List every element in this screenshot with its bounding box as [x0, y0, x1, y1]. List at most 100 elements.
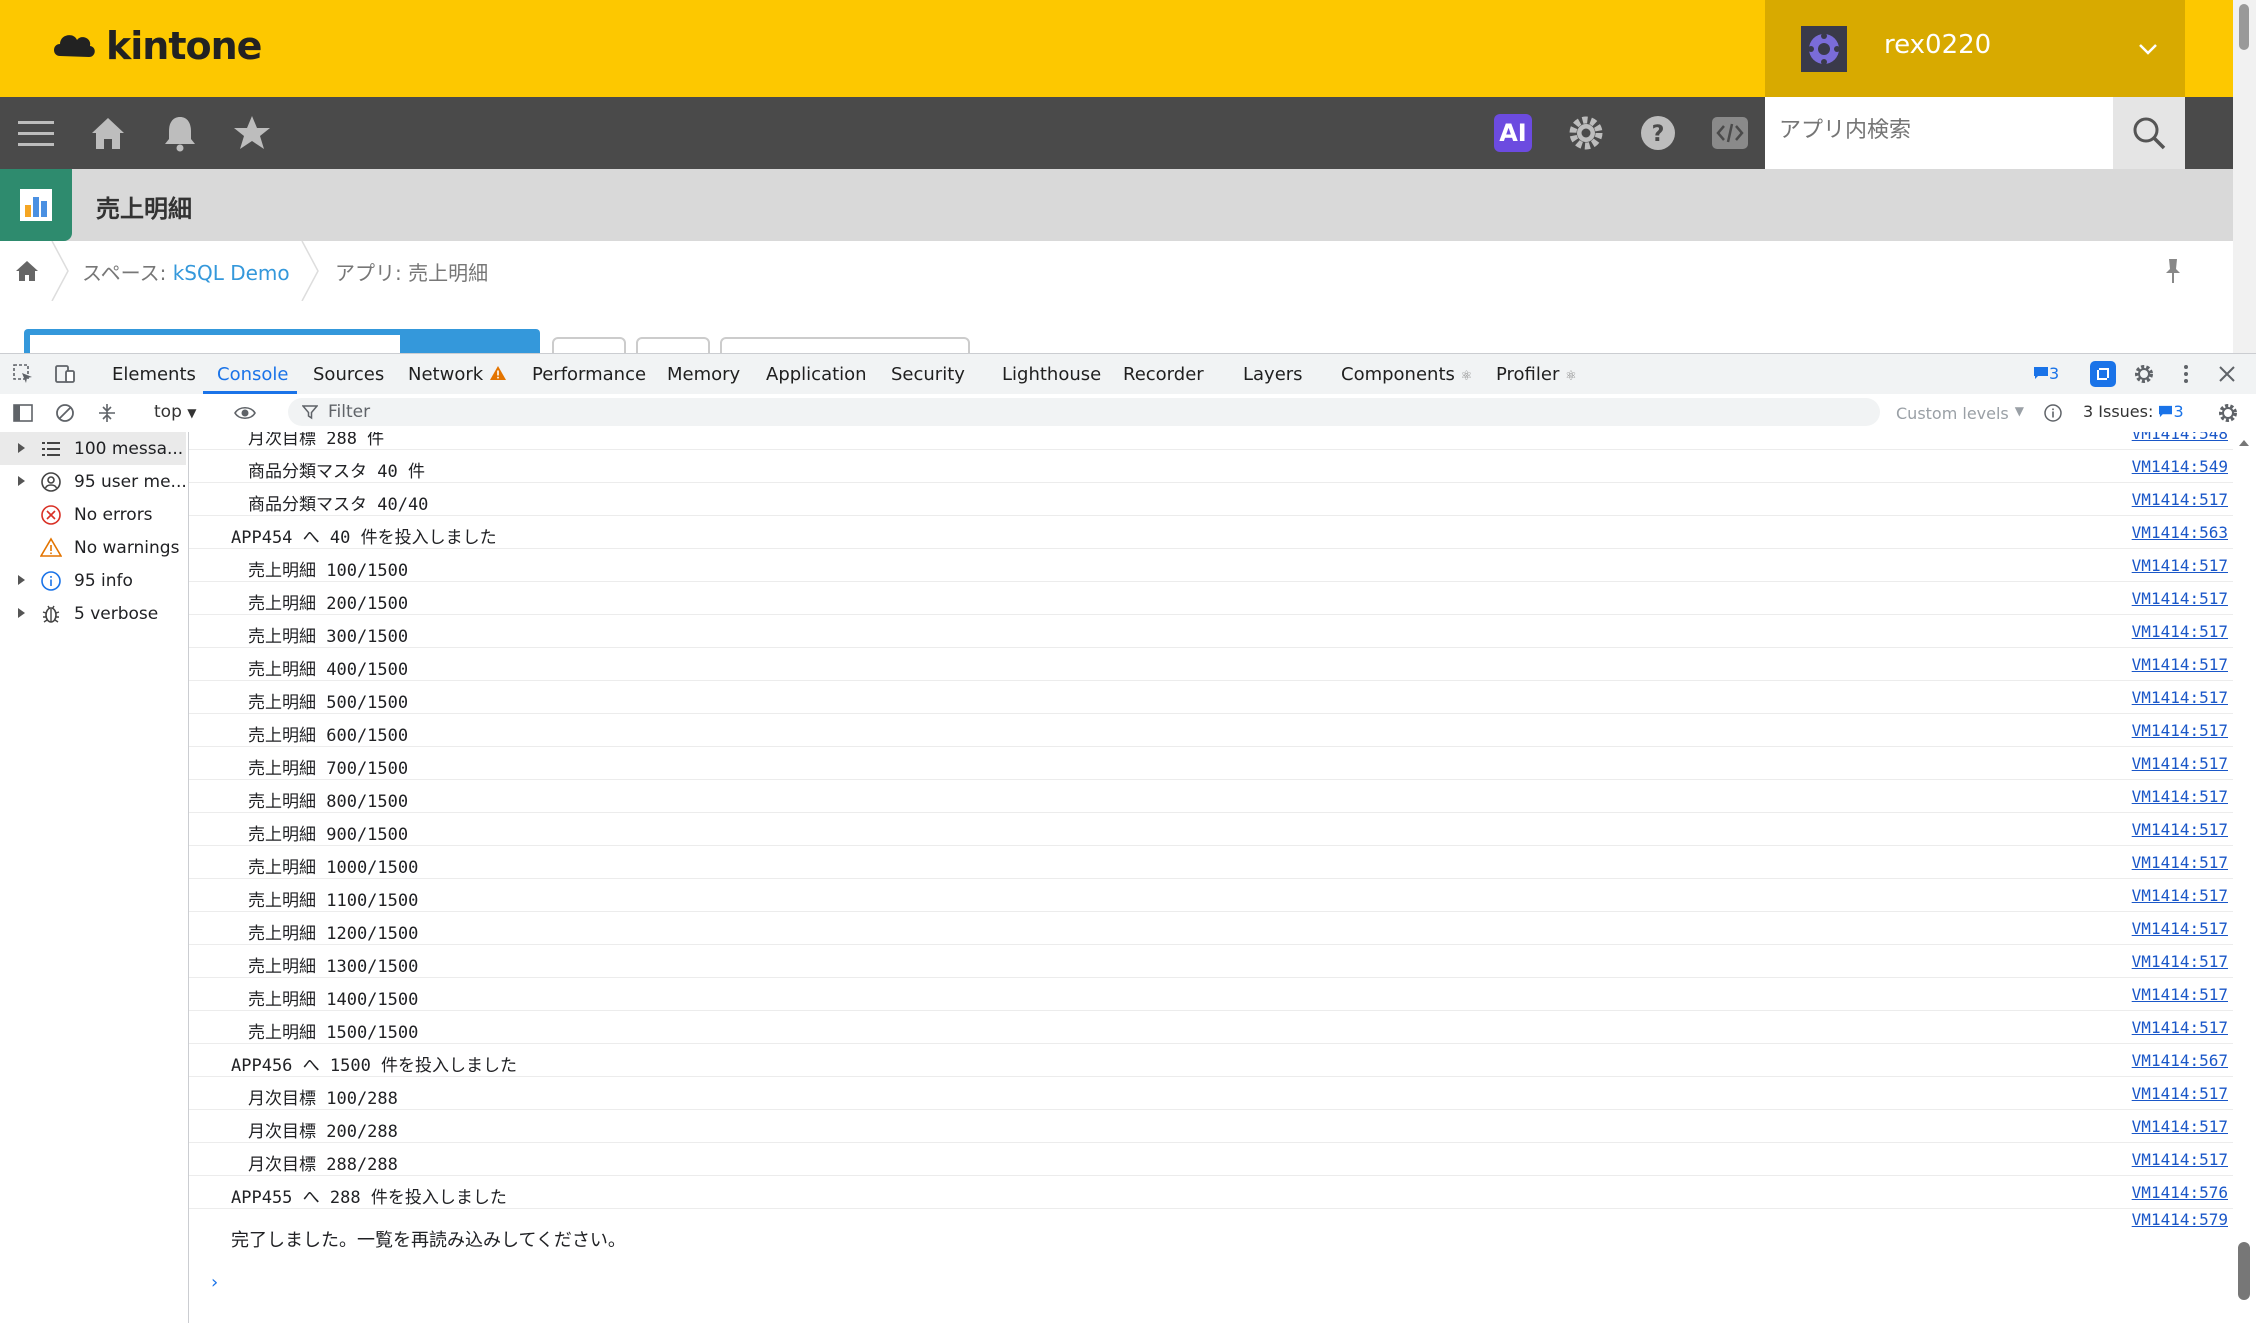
page-scrollbar[interactable]	[2233, 0, 2256, 353]
tab-layers[interactable]: Layers	[1243, 364, 1303, 385]
app-search	[1765, 97, 2185, 169]
breadcrumb-space-link[interactable]: kSQL Demo	[173, 261, 290, 285]
log-message: 売上明細 800/1500	[248, 792, 409, 812]
tab-recorder[interactable]: Recorder	[1123, 364, 1204, 385]
log-source-link[interactable]: VM1414:517	[2132, 820, 2228, 839]
log-levels-dropdown[interactable]: Custom levels ▼	[1888, 398, 2030, 426]
log-source-link[interactable]: VM1414:549	[2132, 457, 2228, 476]
log-row: 売上明細 300/1500 VM1414:517	[189, 614, 2233, 648]
tab-elements[interactable]: Elements	[112, 364, 196, 385]
expand-arrow-icon[interactable]	[18, 608, 25, 618]
eye-icon[interactable]	[234, 402, 256, 424]
scroll-up-icon[interactable]	[2238, 438, 2250, 448]
filter-button[interactable]	[552, 337, 626, 353]
log-source-link[interactable]: VM1414:548	[2132, 432, 2228, 443]
expand-arrow-icon[interactable]	[18, 575, 25, 585]
context-selector[interactable]: top ▼	[154, 402, 197, 422]
ai-icon[interactable]: AI	[1494, 114, 1532, 152]
tab-profiler[interactable]: Profiler ⚛	[1496, 364, 1577, 385]
tab-components[interactable]: Components ⚛	[1341, 364, 1472, 385]
kintone-logo[interactable]: kintone	[50, 24, 262, 68]
log-source-link[interactable]: VM1414:517	[2132, 952, 2228, 971]
tab-memory[interactable]: Memory	[667, 364, 740, 385]
tab-network[interactable]: Network	[408, 364, 507, 385]
graph-button[interactable]	[636, 337, 710, 353]
search-button[interactable]	[2113, 97, 2185, 169]
log-source-link[interactable]: VM1414:517	[2132, 556, 2228, 575]
more-options-icon[interactable]	[2175, 363, 2197, 385]
sync-button[interactable]	[2090, 361, 2116, 387]
log-source-link[interactable]: VM1414:517	[2132, 655, 2228, 674]
settings-gear-icon[interactable]	[2133, 363, 2155, 385]
tab-performance[interactable]: Performance	[532, 364, 646, 385]
console-toolbar: top ▼ Filter Custom levels ▼ 3 Issues: 3	[0, 394, 2256, 433]
log-source-link[interactable]: VM1414:517	[2132, 490, 2228, 509]
menu-icon[interactable]	[16, 113, 56, 153]
console-output[interactable]: 月次目標 288 件 VM1414:548 商品分類マスタ 40 件 VM1414:…	[189, 432, 2233, 1323]
log-source-link[interactable]: VM1414:517	[2132, 1150, 2228, 1169]
sidebar-item-messages[interactable]: 100 messa...	[0, 432, 186, 465]
log-source-link[interactable]: VM1414:517	[2132, 721, 2228, 740]
bell-icon[interactable]	[160, 113, 200, 153]
log-source-link[interactable]: VM1414:517	[2132, 787, 2228, 806]
close-icon[interactable]	[2216, 363, 2238, 385]
console-scrollbar-thumb[interactable]	[2238, 1242, 2250, 1300]
home-icon[interactable]	[14, 259, 40, 283]
sidebar-item-info[interactable]: 95 info	[0, 564, 186, 597]
pin-icon[interactable]	[2161, 257, 2185, 285]
info-icon[interactable]	[2043, 403, 2063, 423]
tab-application[interactable]: Application	[766, 364, 867, 385]
issues-badge[interactable]: 3	[2033, 364, 2059, 383]
view-selector-field[interactable]	[30, 335, 400, 353]
log-source-link[interactable]: VM1414:517	[2132, 754, 2228, 773]
log-source-link[interactable]: VM1414:579	[2132, 1210, 2228, 1229]
log-source-link[interactable]: VM1414:517	[2132, 919, 2228, 938]
sidebar-item-verbose[interactable]: 5 verbose	[0, 597, 186, 630]
log-message: 月次目標 288/288	[248, 1155, 398, 1175]
plugin-button[interactable]	[720, 337, 970, 353]
issues-counter[interactable]: 3 Issues: 3	[2083, 402, 2184, 421]
expand-arrow-icon[interactable]	[18, 476, 25, 486]
search-input[interactable]	[1777, 117, 2081, 144]
console-scrollbar[interactable]	[2233, 432, 2256, 1323]
log-source-link[interactable]: VM1414:563	[2132, 523, 2228, 542]
collapse-groups-icon[interactable]	[96, 402, 118, 424]
clear-console-icon[interactable]	[54, 402, 76, 424]
log-source-link[interactable]: VM1414:517	[2132, 1018, 2228, 1037]
console-prompt[interactable]: ›	[211, 1272, 218, 1293]
home-icon[interactable]	[88, 113, 128, 153]
console-settings-icon[interactable]	[2217, 402, 2239, 424]
star-icon[interactable]	[232, 113, 272, 153]
sidebar-item-errors[interactable]: No errors	[0, 498, 186, 531]
log-source-link[interactable]: VM1414:517	[2132, 589, 2228, 608]
code-icon[interactable]	[1710, 113, 1750, 153]
gear-icon[interactable]	[1566, 113, 1606, 153]
log-source-link[interactable]: VM1414:517	[2132, 622, 2228, 641]
tab-security[interactable]: Security	[891, 364, 965, 385]
log-source-link[interactable]: VM1414:517	[2132, 688, 2228, 707]
device-toolbar-icon[interactable]	[54, 363, 76, 385]
page-scrollbar-thumb[interactable]	[2239, 4, 2249, 50]
sidebar-toggle-icon[interactable]	[12, 402, 34, 424]
tab-lighthouse[interactable]: Lighthouse	[1002, 364, 1101, 385]
log-source-link[interactable]: VM1414:517	[2132, 1084, 2228, 1103]
log-source-link[interactable]: VM1414:576	[2132, 1183, 2228, 1202]
log-row: 売上明細 900/1500 VM1414:517	[189, 812, 2233, 846]
devtools-tabbar: Elements Console Sources Network Perform…	[0, 354, 2256, 395]
help-icon[interactable]: ?	[1638, 113, 1678, 153]
log-source-link[interactable]: VM1414:517	[2132, 1117, 2228, 1136]
filter-input[interactable]: Filter	[288, 398, 1880, 426]
sidebar-item-user-messages[interactable]: 95 user me...	[0, 465, 187, 498]
user-menu[interactable]: rex0220	[1765, 0, 2185, 97]
tab-console[interactable]: Console	[217, 364, 288, 385]
log-source-link[interactable]: VM1414:517	[2132, 853, 2228, 872]
tab-sources[interactable]: Sources	[313, 364, 384, 385]
expand-arrow-icon[interactable]	[18, 443, 25, 453]
inspect-element-icon[interactable]	[12, 363, 34, 385]
log-source-link[interactable]: VM1414:517	[2132, 985, 2228, 1004]
sidebar-item-warnings[interactable]: No warnings	[0, 531, 186, 564]
svg-text:?: ?	[1652, 122, 1665, 147]
log-source-link[interactable]: VM1414:517	[2132, 886, 2228, 905]
log-source-link[interactable]: VM1414:567	[2132, 1051, 2228, 1070]
breadcrumb-space[interactable]: スペース: kSQL Demo	[82, 257, 290, 286]
